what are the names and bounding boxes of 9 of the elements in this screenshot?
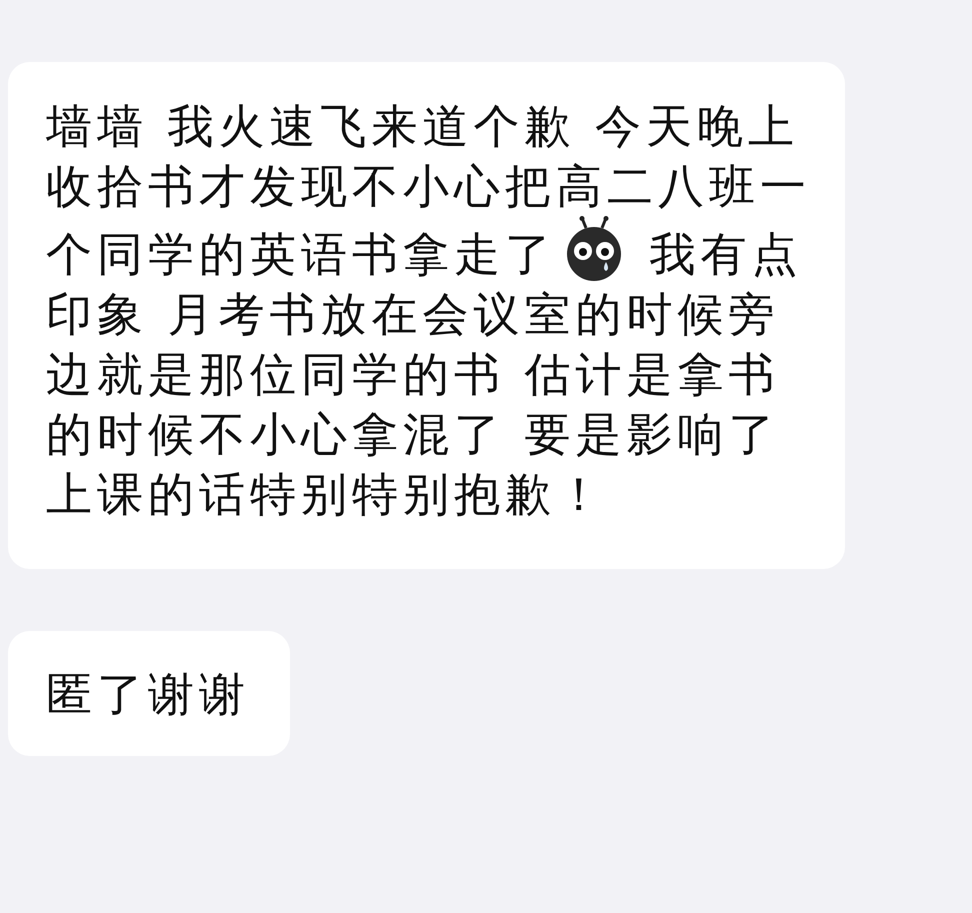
message-text: 的时候不小心拿混了 要是影响了 [46, 407, 780, 461]
message-text: 收拾书才发现不小心把高二八班一 [46, 159, 811, 213]
message-text: 印象 月考书放在会议室的时候旁 [46, 287, 780, 341]
message-text: 个同学的英语书拿走了 [46, 227, 556, 281]
message-text: 墙墙 我火速飞来道个歉 今天晚上 [46, 99, 800, 153]
message-text: 上课的话特别特别抱歉！ [46, 467, 607, 521]
message-text: 我有点 [648, 227, 803, 281]
message-text: 匿了谢谢 [46, 667, 250, 721]
message-text: 边就是那位同学的书 估计是拿书 [46, 347, 780, 401]
